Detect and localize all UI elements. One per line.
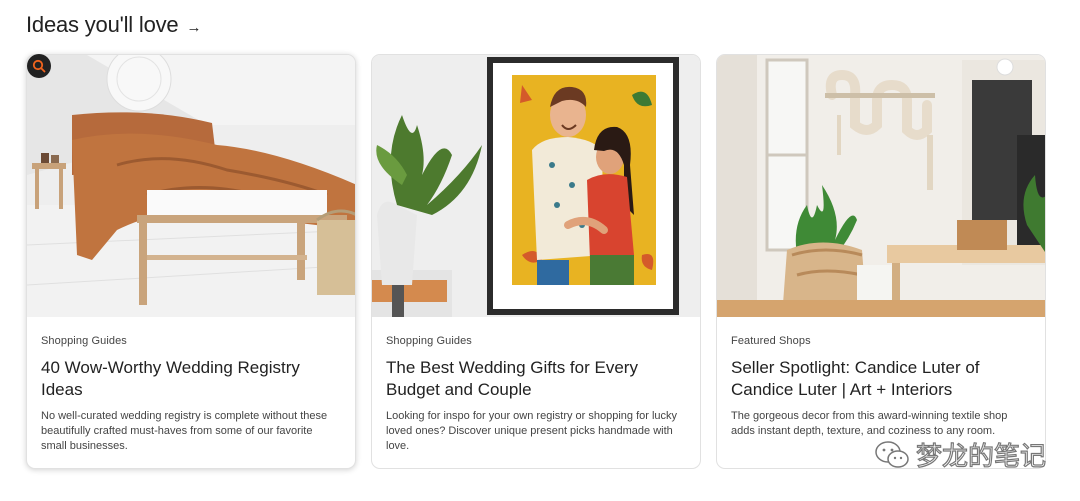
card-description: Looking for inspo for your own registry …	[386, 410, 678, 452]
card-title: The Best Wedding Gifts for Every Budget …	[386, 358, 638, 399]
search-icon	[32, 59, 46, 73]
living-room-image	[717, 55, 1045, 317]
card-category-label: Shopping Guides	[41, 335, 127, 347]
card-category-label: Featured Shops	[731, 335, 811, 347]
watermark-text: 梦龙的笔记	[915, 441, 1046, 472]
section-title: Ideas you'll love	[26, 12, 179, 37]
article-card-wedding-gifts[interactable]: Shopping Guides The Best Wedding Gifts f…	[371, 54, 701, 469]
watermark: 梦龙的笔记	[874, 436, 1047, 473]
card-category-label: Shopping Guides	[386, 335, 472, 347]
arrow-right-icon: →	[186, 18, 202, 36]
article-card-seller-spotlight[interactable]: Featured Shops Seller Spotlight: Candice…	[716, 54, 1046, 469]
visual-search-button[interactable]	[27, 54, 51, 78]
wechat-icon	[875, 440, 909, 468]
card-description: The gorgeous decor from this award-winni…	[731, 410, 1008, 437]
section-heading-link[interactable]: Ideas you'll love →	[26, 12, 201, 38]
couple-portrait-image	[372, 55, 700, 317]
card-title: 40 Wow-Worthy Wedding Registry Ideas	[41, 358, 300, 399]
card-title: Seller Spotlight: Candice Luter of Candi…	[731, 358, 980, 399]
bedroom-image	[27, 55, 355, 317]
article-card-registry-ideas[interactable]: Shopping Guides 40 Wow-Worthy Wedding Re…	[26, 54, 356, 469]
card-description: No well-curated wedding registry is comp…	[41, 410, 328, 452]
